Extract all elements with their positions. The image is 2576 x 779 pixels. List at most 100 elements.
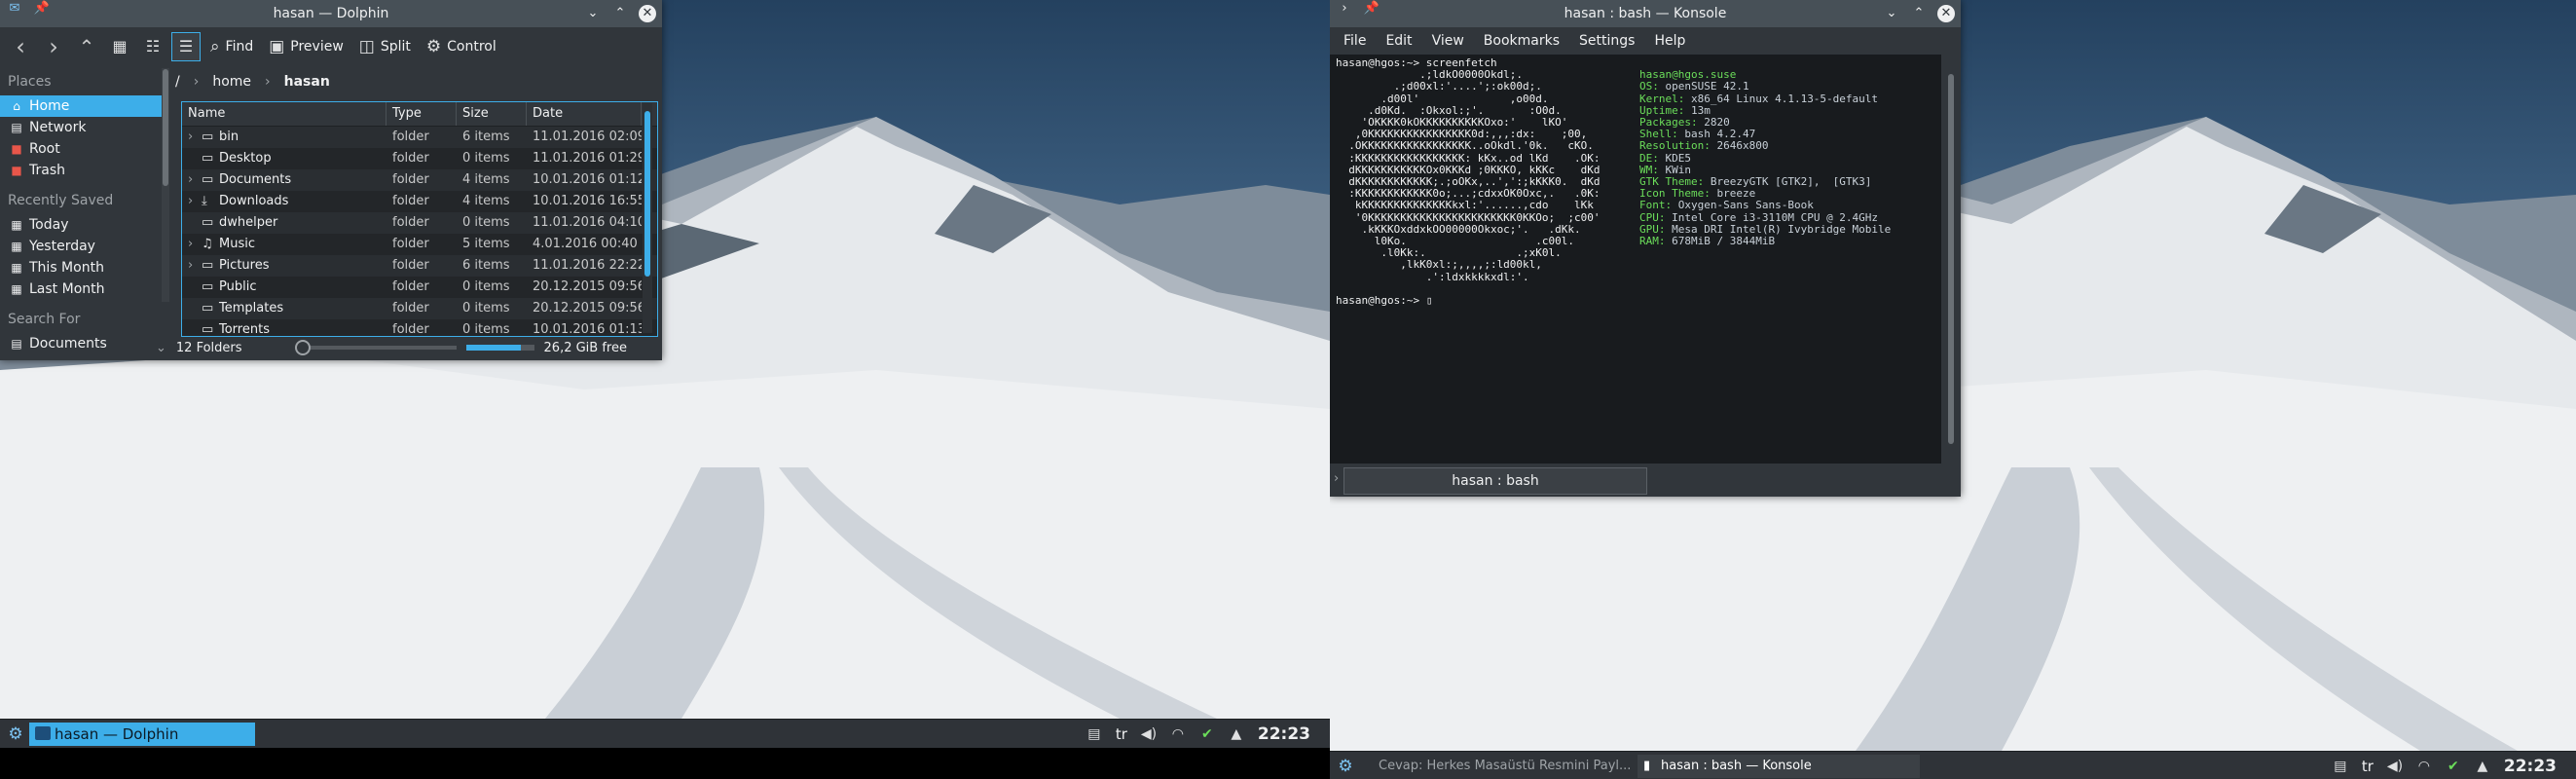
system-info-key: Packages: [1639,116,1698,129]
pin-icon[interactable]: 📌 [33,0,51,18]
system-tray: ▤ tr ◀) ◠ ✔ ▲ 22:23 [1086,720,1330,749]
clipboard-icon[interactable]: ▤ [2333,759,2348,774]
places-item-home[interactable]: ⌂ Home [0,95,162,117]
clock[interactable]: 22:23 [1258,724,1310,744]
breadcrumb-current[interactable]: hasan [284,74,330,90]
forward-button[interactable]: › [39,32,68,61]
menu-help[interactable]: Help [1654,27,1685,55]
find-button[interactable]: ⌕ Find [204,32,259,61]
chevron-right-icon[interactable]: › [188,255,202,277]
minimize-button[interactable]: ⌄ [584,5,602,22]
clock[interactable]: 22:23 [2504,757,2557,776]
chevron-right-icon[interactable]: › [188,191,202,212]
close-button[interactable]: ✕ [639,5,656,22]
chevron-right-icon[interactable]: › [1334,471,1339,486]
table-row[interactable]: ▭ Desktop folder 0 items 11.01.2016 01:29 [182,148,657,169]
menu-settings[interactable]: Settings [1579,27,1635,55]
window-menu-icon[interactable]: › [1336,0,1353,18]
column-name[interactable]: Name [182,102,386,126]
details-view-button[interactable]: ☰ [171,32,201,61]
dolphin-titlebar[interactable]: ✉ 📌 hasan — Dolphin ⌄ ⌃ ✕ [0,0,662,27]
menu-bookmarks[interactable]: Bookmarks [1484,27,1560,55]
close-button[interactable]: ✕ [1937,5,1955,22]
places-item-trash[interactable]: ■ Trash [0,160,162,181]
wifi-icon[interactable]: ◠ [1170,726,1186,742]
maximize-button[interactable]: ⌃ [611,5,629,22]
chevron-up-icon[interactable]: ▲ [1229,726,1244,742]
maximize-button[interactable]: ⌃ [1910,5,1928,22]
konsole-titlebar[interactable]: › 📌 hasan : bash — Konsole ⌄ ⌃ ✕ [1330,0,1961,27]
file-list-scrollbar[interactable] [643,103,652,333]
terminal-prompt: hasan@hgos:~> ▯ [1336,294,1433,307]
column-date[interactable]: Date [527,102,642,126]
system-info-value: KDE5 [1658,151,1691,165]
places-item-root[interactable]: ■ Root [0,138,162,160]
up-button[interactable]: ⌃ [72,32,101,61]
recent-item-today[interactable]: ▦ Today [0,214,162,236]
clipboard-icon[interactable]: ▤ [1086,726,1102,742]
terminal-output[interactable]: hasan@hgos:~> screenfetch .;ldkO0000Okdl… [1330,55,1941,464]
control-button[interactable]: ⚙ Control [421,32,502,61]
volume-icon[interactable]: ◀) [1141,726,1157,742]
application-launcher-icon[interactable]: ⚙ [1336,757,1355,776]
breadcrumb-home[interactable]: home [212,74,251,90]
places-item-network[interactable]: ▤ Network [0,117,162,138]
system-info-key: DE: [1639,151,1659,165]
column-type[interactable]: Type [386,102,457,126]
volume-icon[interactable]: ◀) [2387,759,2403,774]
minimize-button[interactable]: ⌄ [1883,5,1900,22]
dolphin-window[interactable]: ✉ 📌 hasan — Dolphin ⌄ ⌃ ✕ ‹ › ⌃ ▦ ☷ ☰ ⌕ F… [0,0,662,360]
system-info-value: hasan@hgos.suse [1639,68,1737,82]
recent-item-last-month[interactable]: ▦ Last Month [0,278,162,300]
file-list: Name Type Size Date › ▭ bin folder 6 items 11… [181,101,658,337]
terminal-scrollbar[interactable] [1941,55,1961,464]
table-row[interactable]: › ▭ bin folder 6 items 11.01.2016 02:09 [182,127,657,148]
chevron-down-icon[interactable]: ⌄ [156,341,166,355]
keyboard-layout[interactable]: tr [2362,758,2374,775]
table-row[interactable]: › ▭ Documents folder 4 items 10.01.2016 01:12 [182,169,657,191]
table-row[interactable]: ▭ dwhelper folder 0 items 11.01.2016 04:10 [182,212,657,234]
system-info-key: WM: [1639,163,1659,176]
menu-view[interactable]: View [1432,27,1464,55]
breadcrumb-root[interactable]: / [175,74,180,90]
chevron-right-icon[interactable]: › [188,169,202,191]
window-menu-icon[interactable]: ✉ [6,0,23,18]
split-button[interactable]: ◫ Split [353,32,417,61]
chevron-up-icon[interactable]: ▲ [2475,759,2490,774]
system-info-key: CPU: [1639,210,1666,224]
zoom-slider-handle[interactable] [294,340,311,355]
table-row[interactable]: › ♫ Music folder 5 items 4.01.2016 00:40 [182,234,657,255]
updates-icon[interactable]: ✔ [2446,759,2461,774]
compact-view-button[interactable]: ☷ [138,32,167,61]
task-konsole[interactable]: ▮ hasan : bash — Konsole [1638,755,1920,778]
wifi-icon[interactable]: ◠ [2416,759,2432,774]
back-button[interactable]: ‹ [6,32,35,61]
menu-file[interactable]: File [1343,27,1366,55]
preview-button[interactable]: ▣ Preview [263,32,350,61]
task-browser[interactable]: Cevap: Herkes Masaüstü Resmini Payl... [1359,755,1651,778]
menu-edit[interactable]: Edit [1385,27,1412,55]
places-scrollbar[interactable] [162,68,169,302]
zoom-slider[interactable] [294,340,457,355]
table-row[interactable]: › ⤓ Downloads folder 4 items 10.01.2016 16:55 [182,191,657,212]
table-row[interactable]: ▭ Templates folder 0 items 20.12.2015 09:56 [182,298,657,319]
task-dolphin[interactable]: hasan — Dolphin [29,723,255,746]
chevron-right-icon[interactable]: › [188,234,202,255]
screenfetch-logo-line: :KKKKKKKKKKKKKKKKK: kKx..od lKd .OK: [1336,151,1601,165]
chevron-right-icon[interactable]: › [188,127,202,148]
icons-view-button[interactable]: ▦ [105,32,134,61]
right-taskbar: ⚙ Cevap: Herkes Masaüstü Resmini Payl...… [1330,751,2576,779]
konsole-window[interactable]: › 📌 hasan : bash — Konsole ⌄ ⌃ ✕ File Ed… [1330,0,1961,497]
recent-item-this-month[interactable]: ▦ This Month [0,257,162,278]
pin-icon[interactable]: 📌 [1363,0,1380,18]
tab-bash[interactable]: hasan : bash [1343,467,1647,495]
updates-icon[interactable]: ✔ [1199,726,1215,742]
trash-icon: ■ [11,164,22,177]
application-launcher-icon[interactable]: ⚙ [6,724,25,744]
table-row[interactable]: › ▭ Pictures folder 6 items 11.01.2016 22:22 [182,255,657,277]
keyboard-layout[interactable]: tr [1116,725,1127,743]
search-item-documents[interactable]: ▤ Documents [0,333,162,354]
table-row[interactable]: ▭ Public folder 0 items 20.12.2015 09:56 [182,277,657,298]
recent-item-yesterday[interactable]: ▦ Yesterday [0,236,162,257]
column-size[interactable]: Size [457,102,527,126]
